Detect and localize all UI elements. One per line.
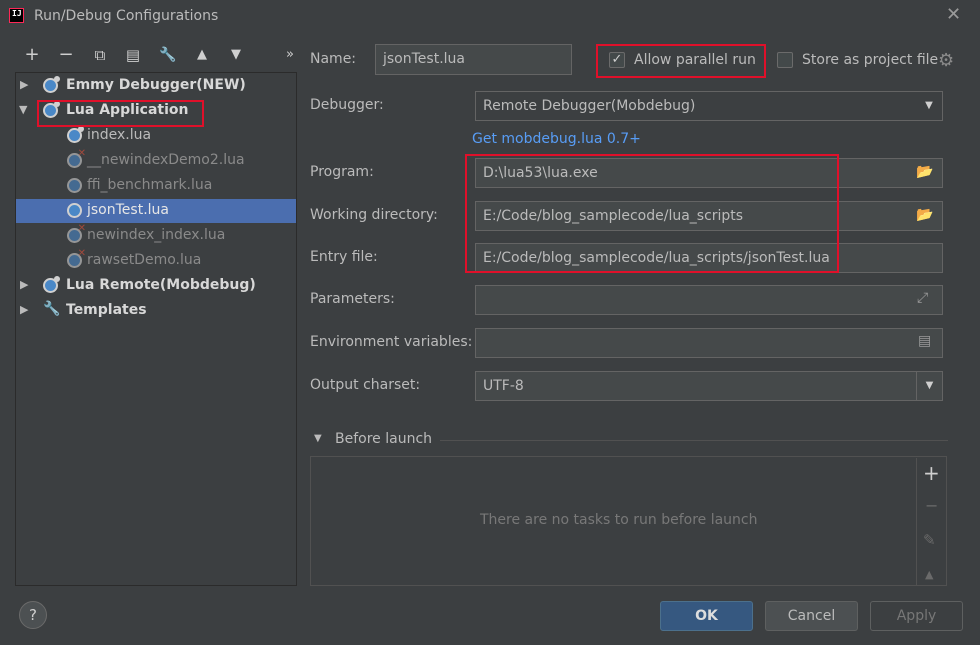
tree-item-label: index.lua <box>87 127 152 143</box>
charset-select[interactable]: UTF-8 ▼ <box>475 371 943 401</box>
remove-task-button[interactable]: − <box>925 496 938 515</box>
name-label: Name: <box>310 51 357 67</box>
program-input[interactable]: D:\lua53\lua.exe <box>475 158 943 188</box>
lua-config-icon <box>43 76 60 93</box>
tree-item-emmy-debugger[interactable]: ▶ Emmy Debugger(NEW) <box>16 74 296 98</box>
allow-parallel-label: Allow parallel run <box>634 52 756 68</box>
cancel-button[interactable]: Cancel <box>765 601 858 631</box>
tree-item-label: rawsetDemo.lua <box>87 252 202 268</box>
tree-item-label: __newindexDemo2.lua <box>87 152 245 168</box>
add-config-button[interactable]: + <box>21 44 43 66</box>
folder-icon[interactable]: 📂 <box>916 164 933 180</box>
window-title: Run/Debug Configurations <box>34 8 219 24</box>
folder-icon[interactable]: 📂 <box>916 207 933 223</box>
workdir-input[interactable]: E:/Code/blog_samplecode/lua_scripts <box>475 201 943 231</box>
tree-item-label: newindex_index.lua <box>87 227 226 243</box>
tree-item-lua-remote[interactable]: ▶ Lua Remote(Mobdebug) <box>16 274 296 298</box>
copy-config-button[interactable]: ⧉ <box>89 44 111 66</box>
entry-label: Entry file: <box>310 249 378 265</box>
debugger-value: Remote Debugger(Mobdebug) <box>483 98 696 114</box>
document-icon[interactable]: ▤ <box>918 333 931 349</box>
gear-icon[interactable]: ⚙ <box>938 50 954 71</box>
lua-file-error-icon <box>67 223 86 243</box>
tree-item-rawsetdemo[interactable]: rawsetDemo.lua <box>16 248 296 273</box>
apply-button[interactable]: Apply <box>870 601 963 631</box>
lua-config-icon <box>43 276 60 293</box>
more-actions-button[interactable]: » <box>279 44 301 66</box>
expand-icon[interactable]: ⤢ <box>917 290 928 306</box>
name-input[interactable]: jsonTest.lua <box>375 44 572 75</box>
remove-config-button[interactable]: − <box>55 44 77 66</box>
tree-item-ffi-benchmark[interactable]: ffi_benchmark.lua <box>16 174 296 198</box>
lua-file-error-icon <box>67 248 86 268</box>
debugger-select[interactable]: Remote Debugger(Mobdebug) ▼ <box>475 91 943 121</box>
charset-label: Output charset: <box>310 377 421 393</box>
params-label: Parameters: <box>310 291 395 307</box>
ok-button[interactable]: OK <box>660 601 753 631</box>
app-logo-icon: IJ <box>9 8 24 23</box>
params-input[interactable] <box>475 285 943 315</box>
tree-item-label: Templates <box>66 302 147 318</box>
expand-arrow-icon[interactable]: ▶ <box>20 278 28 291</box>
divider <box>440 440 948 441</box>
tree-item-label: Emmy Debugger(NEW) <box>66 77 246 93</box>
tree-item-templates[interactable]: ▶ 🔧 Templates <box>16 299 296 323</box>
before-launch-title: Before launch <box>335 431 433 447</box>
entry-input[interactable]: E:/Code/blog_samplecode/lua_scripts/json… <box>475 243 943 273</box>
edit-templates-button[interactable]: 🔧 <box>157 44 179 66</box>
allow-parallel-checkbox[interactable]: ✓ <box>609 52 625 68</box>
tree-item-label: jsonTest.lua <box>87 202 169 218</box>
tree-item-label: Lua Application <box>66 102 189 118</box>
config-tree: ▶ Emmy Debugger(NEW) ▼ Lua Application i… <box>15 72 297 586</box>
edit-task-pencil-icon[interactable]: ✎ <box>923 531 936 549</box>
add-task-button[interactable]: + <box>923 461 940 485</box>
lua-file-error-icon <box>67 148 86 168</box>
save-config-button[interactable]: ▤ <box>122 44 144 66</box>
lua-file-icon <box>67 203 82 218</box>
lua-file-icon <box>67 126 84 143</box>
lua-config-icon <box>43 101 60 118</box>
program-label: Program: <box>310 164 374 180</box>
collapse-arrow-icon[interactable]: ▼ <box>314 433 322 444</box>
tree-item-newindexdemo2[interactable]: __newindexDemo2.lua <box>16 148 296 173</box>
tree-item-label: Lua Remote(Mobdebug) <box>66 277 256 293</box>
store-project-label: Store as project file <box>802 52 939 68</box>
expand-arrow-icon[interactable]: ▶ <box>20 78 28 91</box>
chevron-down-icon[interactable]: ▼ <box>916 92 942 120</box>
help-button[interactable]: ? <box>19 601 47 629</box>
tree-item-label: ffi_benchmark.lua <box>87 177 213 193</box>
close-icon[interactable]: ✕ <box>946 4 961 25</box>
mobdebug-link[interactable]: Get mobdebug.lua 0.7+ <box>472 131 641 147</box>
env-input[interactable] <box>475 328 943 358</box>
collapse-arrow-icon[interactable]: ▼ <box>19 103 27 116</box>
tree-item-newindex-index[interactable]: newindex_index.lua <box>16 223 296 248</box>
charset-value: UTF-8 <box>483 378 524 394</box>
move-up-button[interactable]: ▲ <box>191 44 213 66</box>
store-project-checkbox[interactable] <box>777 52 793 68</box>
wrench-icon: 🔧 <box>43 301 61 317</box>
tree-item-lua-application[interactable]: ▼ Lua Application <box>16 99 296 123</box>
debugger-label: Debugger: <box>310 97 384 113</box>
before-launch-empty-text: There are no tasks to run before launch <box>480 512 758 528</box>
expand-arrow-icon[interactable]: ▶ <box>20 303 28 316</box>
move-down-button[interactable]: ▼ <box>225 44 247 66</box>
lua-file-icon <box>67 178 82 193</box>
chevron-down-icon[interactable]: ▼ <box>916 372 942 400</box>
tree-item-jsontest[interactable]: jsonTest.lua <box>16 199 296 223</box>
env-label: Environment variables: <box>310 334 473 350</box>
move-task-up-icon[interactable]: ▲ <box>925 568 933 581</box>
workdir-label: Working directory: <box>310 207 438 223</box>
tree-item-index-lua[interactable]: index.lua <box>16 124 296 148</box>
